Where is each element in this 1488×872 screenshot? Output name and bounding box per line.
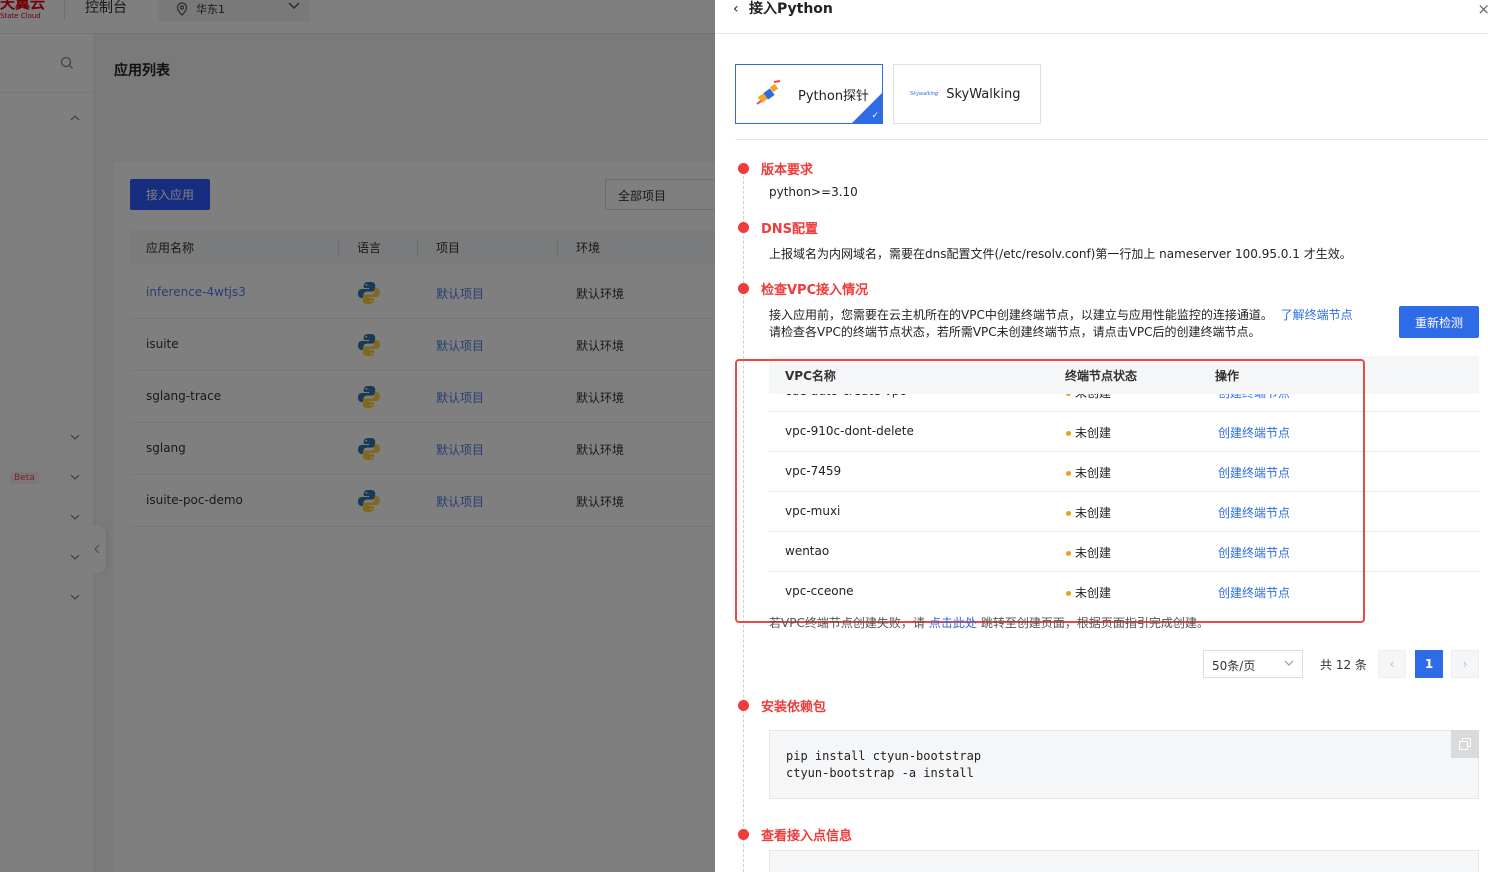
check-icon: ✓	[871, 111, 879, 121]
tab-python-probe[interactable]: Python探针 ✓	[735, 64, 883, 124]
prev-page-button[interactable]: ‹	[1378, 650, 1406, 678]
total-count: 共 12 条	[1320, 658, 1367, 672]
recheck-button[interactable]: 重新检测	[1399, 306, 1479, 338]
step-title-vpc: 检查VPC接入情况	[761, 283, 869, 298]
code-line: pip install ctyun-bootstrap	[786, 749, 982, 763]
learn-endpoint-link[interactable]: 了解终端节点	[1281, 308, 1353, 322]
section-divider	[735, 139, 1488, 140]
note-text: 若VPC终端节点创建失败，请	[769, 616, 925, 630]
skywalking-logo-icon: Skywalking	[910, 91, 939, 97]
click-here-link[interactable]: 点击此处	[929, 616, 977, 630]
step-dot	[738, 222, 749, 233]
dns-instruction: 上报域名为内网域名，需要在dns配置文件(/etc/resolv.conf)第一…	[769, 247, 1352, 261]
step-dot	[738, 829, 749, 840]
python-probe-logo-icon	[756, 80, 781, 105]
vpc-instruction-line2: 请检查各VPC的终端节点状态，若所需VPC未创建终端节点，请点击VPC后的创建终…	[769, 325, 1261, 339]
step-dot	[738, 163, 749, 174]
step-dot	[738, 283, 749, 294]
back-icon[interactable]: ‹	[733, 0, 739, 18]
tab-label: SkyWalking	[946, 86, 1021, 102]
copy-glyph	[1459, 738, 1471, 750]
highlight-annotation-box	[735, 359, 1365, 623]
step-title-endpoint-info: 查看接入点信息	[761, 829, 853, 844]
vpc-instruction-line1: 接入应用前，您需要在云主机所在的VPC中创建终端节点，以建立与应用性能监控的连接…	[769, 306, 1353, 323]
vpc-instruction-text: 接入应用前，您需要在云主机所在的VPC中创建终端节点，以建立与应用性能监控的连接…	[769, 308, 1273, 322]
endpoint-info-block	[769, 850, 1479, 872]
step-dot	[738, 700, 749, 711]
drawer-header: ‹ 接入Python ×	[715, 0, 1488, 34]
connect-python-drawer: ‹ 接入Python × Python探针 ✓ Skywalking SkyWa…	[715, 0, 1488, 872]
page-button-current[interactable]: 1	[1415, 650, 1443, 678]
chevron-down-icon	[1284, 660, 1294, 666]
step-title-dns: DNS配置	[761, 222, 819, 237]
step-title-version: 版本要求	[761, 163, 814, 178]
page-size-value: 50条/页	[1212, 659, 1256, 673]
next-page-button[interactable]: ›	[1451, 650, 1479, 678]
close-icon[interactable]: ×	[1477, 0, 1488, 18]
vpc-failure-note: 若VPC终端节点创建失败，请 点击此处 跳转至创建页面，根据页面指引完成创建。	[769, 614, 1209, 631]
note-text: 跳转至创建页面，根据页面指引完成创建。	[980, 616, 1209, 630]
page-size-select[interactable]: 50条/页	[1203, 650, 1303, 678]
copy-icon[interactable]	[1451, 730, 1479, 758]
code-line: ctyun-bootstrap -a install	[786, 766, 974, 780]
step-title-install: 安装依赖包	[761, 700, 827, 715]
install-code-block: pip install ctyun-bootstrap ctyun-bootst…	[769, 730, 1479, 799]
version-requirement: python>=3.10	[769, 185, 858, 199]
tab-skywalking[interactable]: Skywalking SkyWalking	[893, 64, 1041, 124]
drawer-title: 接入Python	[749, 1, 833, 17]
